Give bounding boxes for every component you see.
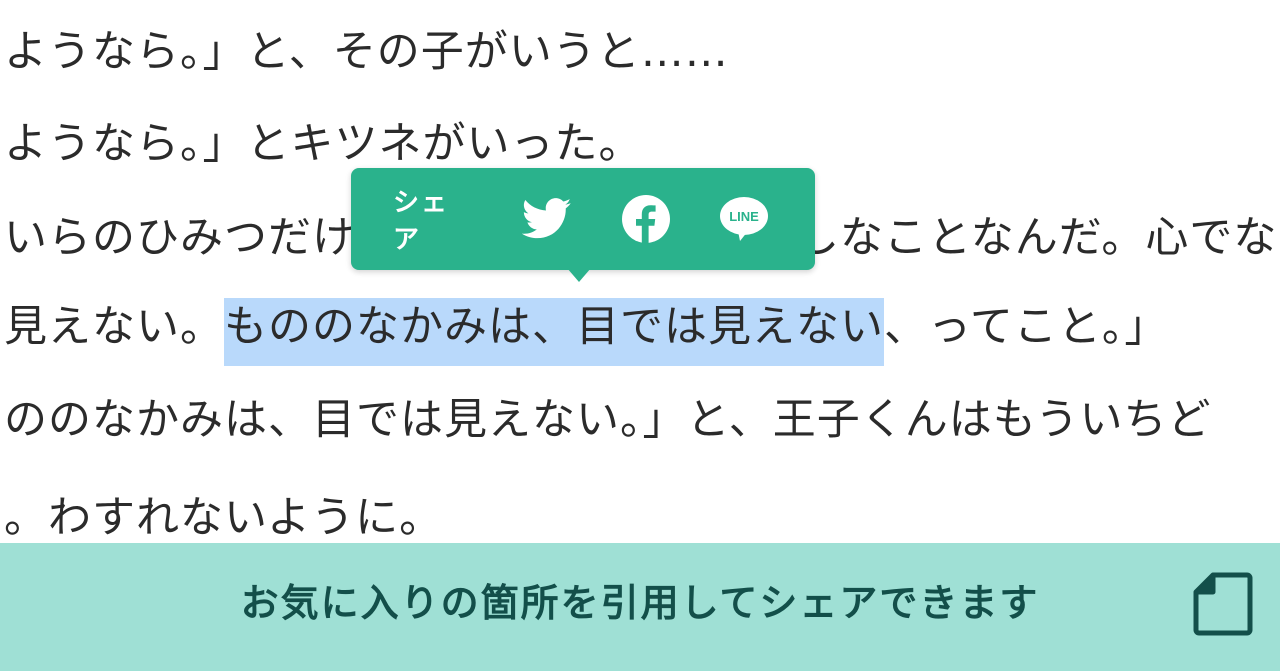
article-body: ようなら。」と、その子がいうと…… ようなら。」とキツネがいった。 いらのひみつ… xyxy=(0,0,1280,545)
article-line-head: 見えない。 xyxy=(4,302,224,352)
article-line: 見えない。もののなかみは、目では見えない、ってこと。」 xyxy=(4,297,1169,366)
facebook-share-button[interactable] xyxy=(619,191,673,247)
quote-share-message: お気に入りの箇所を引用してシェアできます xyxy=(240,581,1040,625)
selected-text[interactable]: もののなかみは、目では見えない xyxy=(224,298,884,366)
share-popover-arrow xyxy=(567,268,591,282)
share-label: シェア xyxy=(393,188,450,255)
line-icon: LINE xyxy=(719,197,768,241)
share-popover: シェア LINE xyxy=(351,168,815,270)
note-icon[interactable] xyxy=(1193,571,1253,637)
twitter-icon xyxy=(522,198,572,239)
facebook-icon xyxy=(621,195,670,243)
reader-page: ようなら。」と、その子がいうと…… ようなら。」とキツネがいった。 いらのひみつ… xyxy=(0,0,1280,671)
article-line: ののなかみは、目では見えない。」と、王子くんはもういちど xyxy=(4,395,1212,445)
article-line: 。わすれないように。 xyxy=(4,493,444,543)
line-share-button[interactable]: LINE xyxy=(717,191,771,247)
bottom-bar: お気に入りの箇所を引用してシェアできます xyxy=(0,543,1280,671)
article-line: ようなら。」と、その子がいうと…… xyxy=(4,27,729,77)
article-line-head: いらのひみつだけ xyxy=(4,213,356,263)
twitter-share-button[interactable] xyxy=(520,191,574,247)
article-line-tail: 、ってこと。」 xyxy=(884,302,1169,352)
article-line-tail: しなことなんだ。心でな xyxy=(796,213,1278,263)
article-line: ようなら。」とキツネがいった。 xyxy=(4,119,643,169)
line-icon-text: LINE xyxy=(729,209,759,224)
